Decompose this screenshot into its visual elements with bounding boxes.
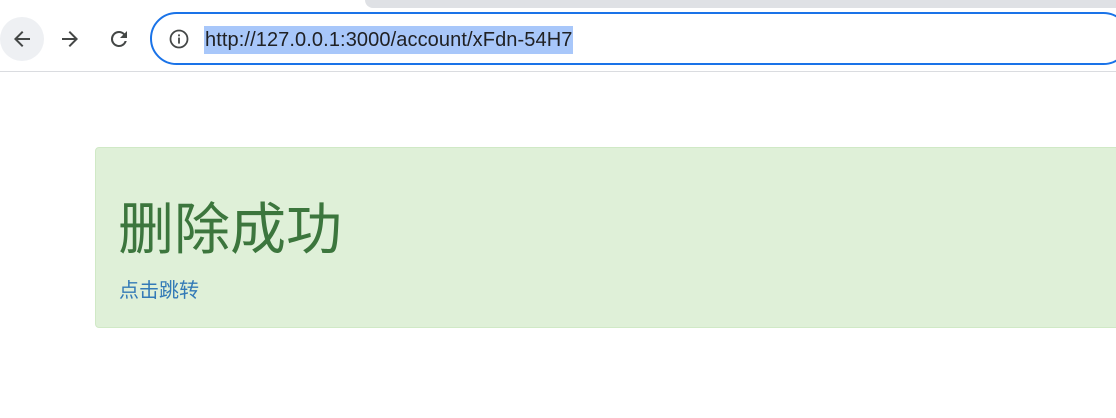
address-bar[interactable]: http://127.0.0.1:3000/account/xFdn-54H7 [150, 12, 1116, 65]
reload-button[interactable] [97, 17, 141, 61]
tab-strip-edge [365, 0, 1116, 8]
reload-icon [110, 30, 127, 47]
arrow-left-icon [14, 31, 30, 47]
alert-title: 删除成功 [118, 198, 342, 261]
success-alert: 删除成功 点击跳转 [95, 147, 1116, 328]
info-circle-icon [169, 29, 189, 49]
redirect-link[interactable]: 点击跳转 [119, 277, 199, 305]
url-text[interactable]: http://127.0.0.1:3000/account/xFdn-54H7 [204, 26, 574, 54]
forward-button[interactable] [48, 17, 92, 61]
back-button[interactable] [0, 17, 44, 61]
site-info-button[interactable] [168, 28, 190, 50]
browser-toolbar: http://127.0.0.1:3000/account/xFdn-54H7 [0, 0, 1116, 72]
arrow-right-icon [62, 31, 78, 47]
